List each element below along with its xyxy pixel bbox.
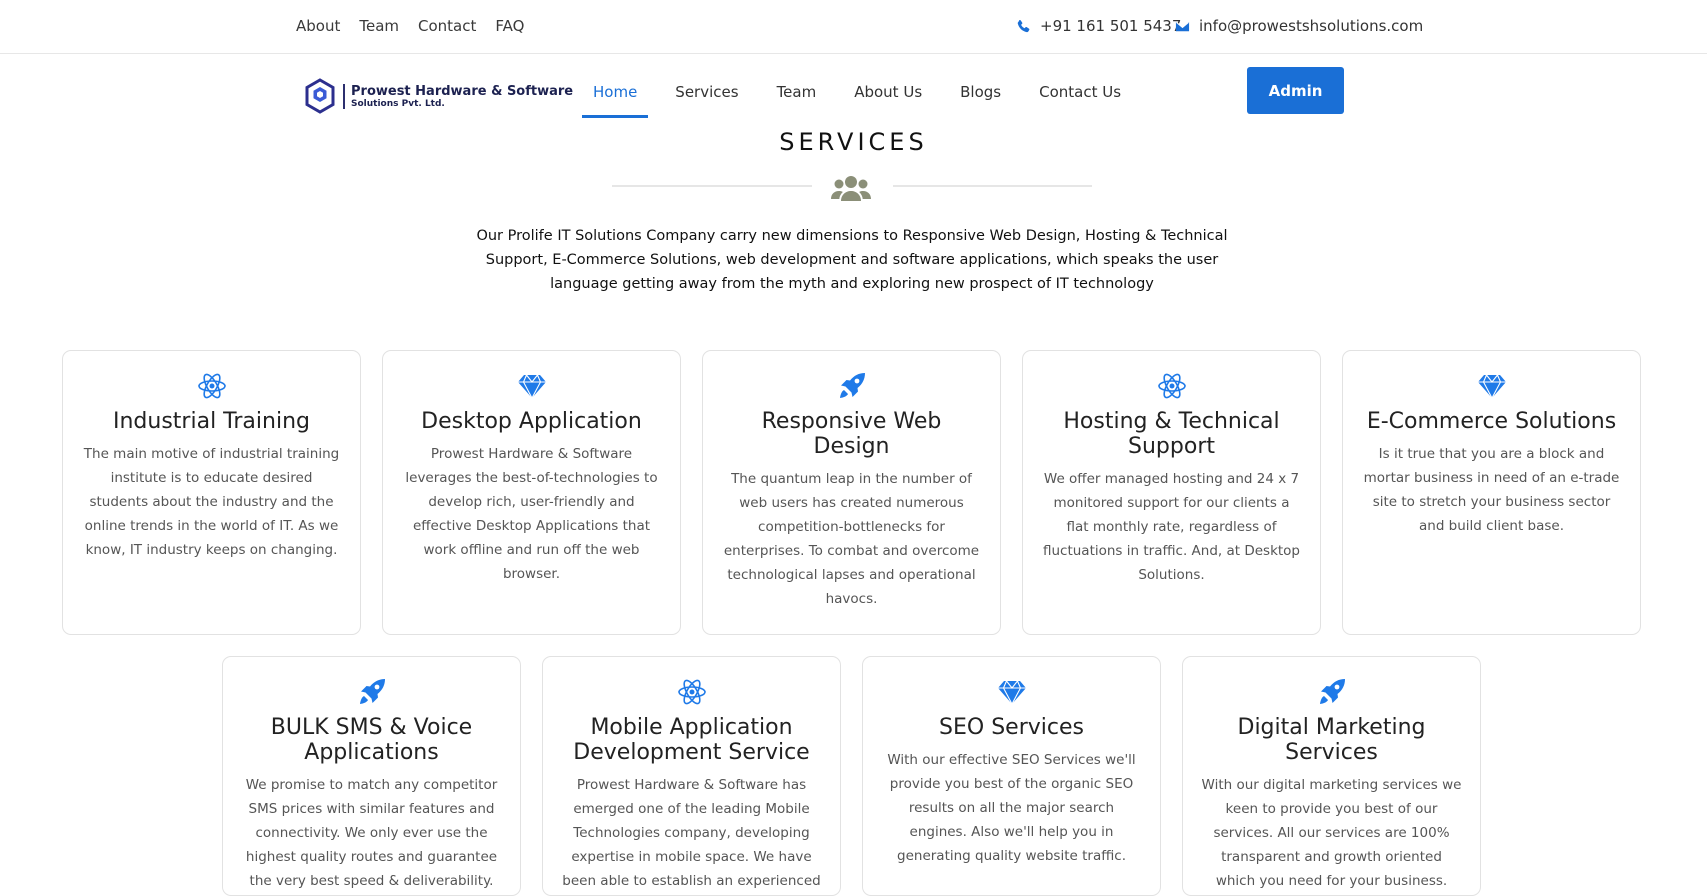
- service-title: Digital Marketing Services: [1237, 715, 1426, 765]
- service-description: Is it true that you are a block and mort…: [1363, 446, 1620, 534]
- nav-home[interactable]: Home: [582, 72, 649, 118]
- service-card[interactable]: Hosting & Technical Support We offer mana…: [1022, 350, 1321, 635]
- service-description: Prowest Hardware & Software leverages th…: [405, 446, 658, 582]
- phone-contact[interactable]: +91 161 501 5437: [1016, 17, 1181, 35]
- service-description: With our digital marketing services we k…: [1201, 777, 1462, 889]
- service-card[interactable]: BULK SMS & Voice Applications We promise …: [222, 656, 521, 896]
- phone-icon: [1017, 19, 1030, 32]
- service-card[interactable]: SEO Services With our effective SEO Servi…: [862, 656, 1161, 896]
- envelope-icon: [1175, 21, 1190, 31]
- top-link-team[interactable]: Team: [359, 17, 399, 35]
- email-contact[interactable]: info@prowestshsolutions.com: [1175, 17, 1423, 35]
- service-description: The main motive of industrial training i…: [83, 446, 340, 558]
- service-title: Responsive Web Design: [761, 409, 942, 459]
- diamond-icon: [517, 371, 547, 401]
- divider-right: [893, 185, 1092, 187]
- main-nav: Home Services Team About Us Blogs Contac…: [582, 72, 1148, 118]
- logo-text: Prowest Hardware & Software Solutions Pv…: [343, 83, 574, 109]
- top-bar: About Team Contact FAQ +91 161 501 5437 …: [0, 0, 1707, 54]
- atom-icon: [197, 371, 227, 401]
- atom-icon: [1157, 371, 1187, 401]
- nav-services[interactable]: Services: [664, 72, 749, 118]
- top-link-contact[interactable]: Contact: [418, 17, 476, 35]
- diamond-icon: [1477, 371, 1507, 401]
- service-title: E-Commerce Solutions: [1366, 409, 1617, 434]
- service-description: We promise to match any competitor SMS p…: [245, 777, 498, 889]
- email-address: info@prowestshsolutions.com: [1199, 17, 1424, 35]
- nav-blogs[interactable]: Blogs: [949, 72, 1012, 118]
- service-title: Desktop Application: [421, 409, 642, 434]
- service-card[interactable]: Desktop Application Prowest Hardware & So…: [382, 350, 681, 635]
- diamond-icon: [997, 677, 1027, 707]
- rocket-icon: [357, 677, 387, 707]
- service-card[interactable]: Responsive Web Design The quantum leap in…: [702, 350, 1001, 635]
- service-title: Industrial Training: [113, 409, 310, 434]
- service-title: Hosting & Technical Support: [1063, 409, 1280, 459]
- nav-team[interactable]: Team: [766, 72, 828, 118]
- nav-about-us[interactable]: About Us: [843, 72, 933, 118]
- service-title: Mobile Application Development Service: [573, 715, 810, 765]
- rocket-icon: [1317, 677, 1347, 707]
- admin-button[interactable]: Admin: [1247, 67, 1344, 114]
- service-title: BULK SMS & Voice Applications: [270, 715, 473, 765]
- top-links: About Team Contact FAQ: [296, 17, 524, 35]
- nav-contact-us[interactable]: Contact Us: [1028, 72, 1132, 118]
- service-description: The quantum leap in the number of web us…: [723, 471, 980, 607]
- logo-title: Prowest Hardware & Software: [351, 83, 574, 99]
- company-logo[interactable]: Prowest Hardware & Software Solutions Pv…: [305, 78, 573, 114]
- top-link-faq[interactable]: FAQ: [495, 17, 524, 35]
- section-intro: Our Prolife IT Solutions Company carry n…: [476, 228, 1228, 292]
- users-group-icon: [831, 176, 871, 201]
- divider-left: [612, 185, 812, 187]
- service-card[interactable]: E-Commerce Solutions Is it true that you …: [1342, 350, 1641, 635]
- top-link-about[interactable]: About: [296, 17, 340, 35]
- service-description: Prowest Hardware & Software has emerged …: [562, 777, 821, 889]
- service-description: With our effective SEO Services we'll pr…: [887, 752, 1136, 864]
- rocket-icon: [837, 371, 867, 401]
- logo-subtitle: Solutions Pvt. Ltd.: [351, 98, 445, 109]
- atom-icon: [677, 677, 707, 707]
- service-card[interactable]: Industrial Training The main motive of in…: [62, 350, 361, 635]
- logo-hexagon-icon: [305, 78, 335, 114]
- service-title: SEO Services: [939, 715, 1084, 740]
- service-description: We offer managed hosting and 24 x 7 moni…: [1042, 471, 1301, 583]
- phone-number: +91 161 501 5437: [1040, 17, 1182, 35]
- section-title: SERVICES: [779, 128, 928, 156]
- service-card[interactable]: Digital Marketing Services With our digit…: [1182, 656, 1481, 896]
- service-card[interactable]: Mobile Application Development Service Pr…: [542, 656, 841, 896]
